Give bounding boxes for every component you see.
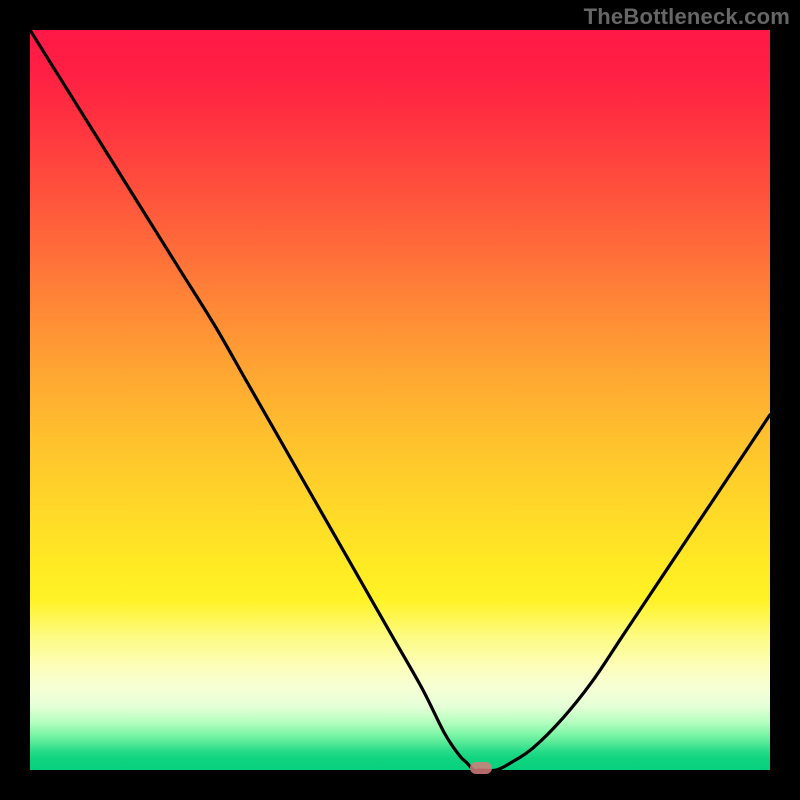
curve-svg bbox=[30, 30, 770, 770]
bottleneck-curve bbox=[30, 30, 770, 770]
chart-frame: TheBottleneck.com bbox=[0, 0, 800, 800]
watermark-text: TheBottleneck.com bbox=[584, 4, 790, 30]
optimum-marker bbox=[470, 762, 492, 774]
plot-area bbox=[30, 30, 770, 770]
